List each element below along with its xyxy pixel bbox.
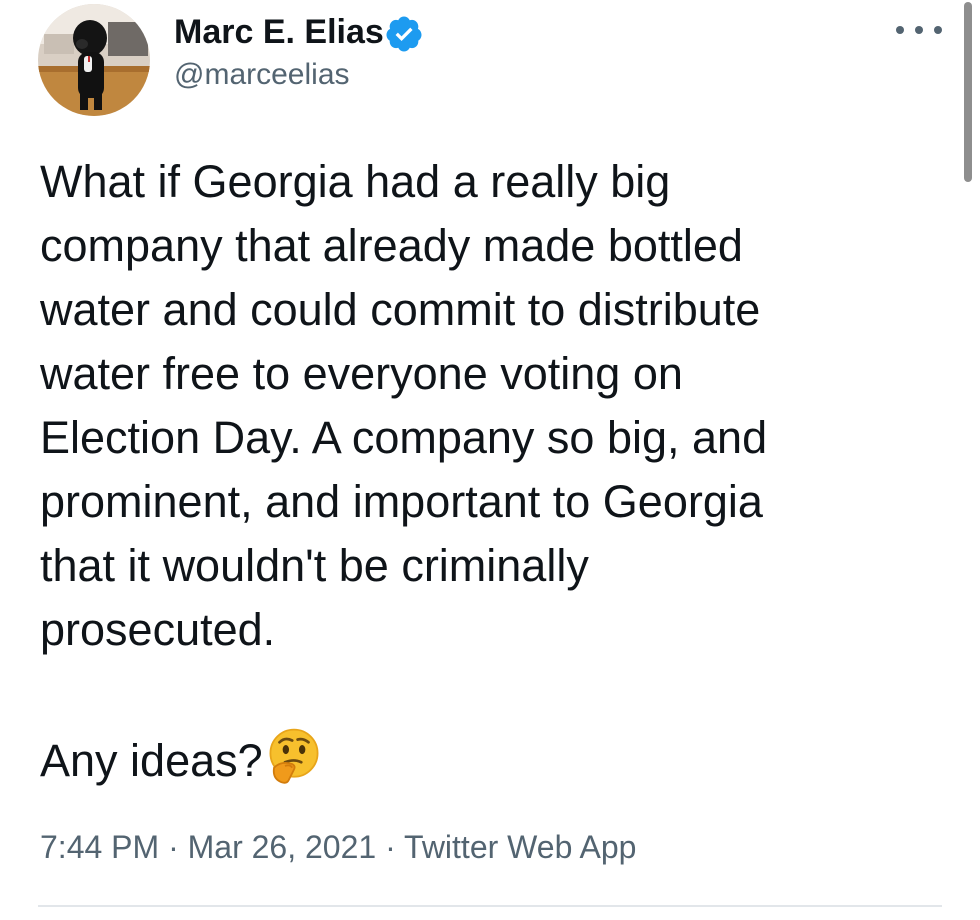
more-dot [934, 26, 942, 34]
more-dot [896, 26, 904, 34]
divider [38, 905, 942, 907]
more-dot [915, 26, 923, 34]
avatar-dog-photo [38, 4, 150, 116]
tweet-paragraph-question: Any ideas? [40, 726, 940, 793]
tweet-date[interactable]: Mar 26, 2021 [188, 829, 377, 865]
tweet-paragraph: What if Georgia had a really big company… [40, 156, 768, 655]
more-horizontal-icon[interactable] [896, 16, 942, 44]
avatar[interactable] [38, 4, 150, 116]
scrollbar-thumb[interactable] [964, 2, 972, 182]
tweet-time[interactable]: 7:44 PM [40, 829, 159, 865]
tweet-text: What if Georgia had a really big company… [40, 150, 940, 793]
tweet: Marc E. Elias @marceelias What if Georgi… [0, 0, 980, 920]
meta-separator: · [376, 829, 405, 865]
verified-badge-icon [386, 16, 422, 52]
meta-separator: · [159, 829, 188, 865]
paragraph-spacer [40, 662, 940, 726]
thinking-face-icon [269, 728, 319, 784]
tweet-source[interactable]: Twitter Web App [404, 829, 636, 865]
tweet-meta: 7:44 PM · Mar 26, 2021 · Twitter Web App [40, 826, 636, 868]
question-text: Any ideas? [40, 735, 263, 786]
display-name[interactable]: Marc E. Elias [174, 12, 384, 52]
handle[interactable]: @marceelias [174, 56, 350, 94]
